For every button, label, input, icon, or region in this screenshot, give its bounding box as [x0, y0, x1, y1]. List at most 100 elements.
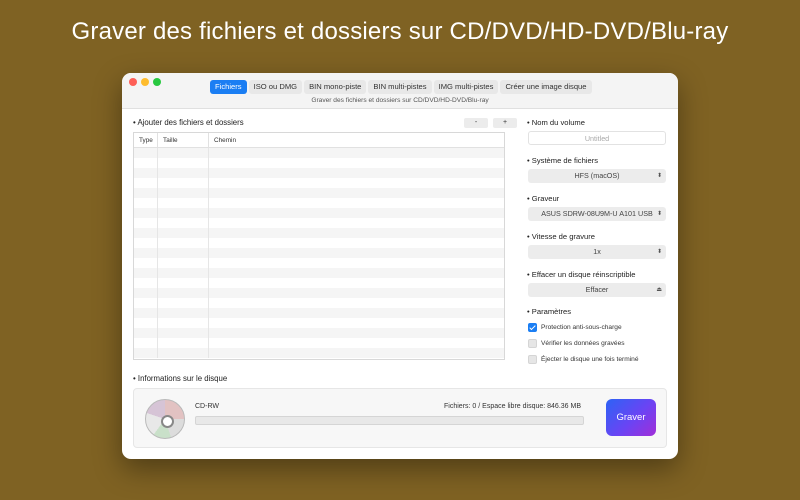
file-table[interactable]: Type Taille Chemin [133, 132, 505, 360]
table-cell [158, 158, 209, 168]
table-header: Type Taille Chemin [134, 133, 504, 148]
table-cell [158, 148, 209, 158]
tab-bin-mono[interactable]: BIN mono-piste [304, 80, 367, 94]
table-cell [134, 298, 158, 308]
table-cell [158, 238, 209, 248]
erase-button[interactable]: Effacer ⏏ [528, 283, 666, 297]
table-cell [134, 318, 158, 328]
app-window: Fichiers ISO ou DMG BIN mono-piste BIN m… [122, 73, 678, 459]
table-cell [134, 278, 158, 288]
table-cell [209, 288, 504, 298]
disc-type: CD-RW [195, 403, 219, 410]
tab-fichiers[interactable]: Fichiers [210, 80, 247, 94]
table-row[interactable] [134, 338, 504, 348]
table-row[interactable] [134, 178, 504, 188]
files-section-title: Ajouter des fichiers et dossiers [133, 118, 243, 127]
column-path-header[interactable]: Chemin [209, 133, 504, 147]
table-cell [134, 188, 158, 198]
table-cell [158, 248, 209, 258]
table-cell [134, 158, 158, 168]
add-file-button[interactable]: + [493, 118, 517, 128]
option-label: Vérifier les données gravées [541, 339, 625, 347]
table-row[interactable] [134, 148, 504, 158]
table-row[interactable] [134, 198, 504, 208]
table-cell [209, 298, 504, 308]
table-cell [209, 258, 504, 268]
erase-button-label: Effacer [585, 285, 609, 294]
zoom-window-button[interactable] [153, 78, 161, 86]
table-cell [209, 198, 504, 208]
table-cell [134, 268, 158, 278]
table-cell [134, 168, 158, 178]
remove-file-button[interactable]: - [464, 118, 488, 128]
filesystem-label: Système de fichiers [527, 156, 598, 165]
table-cell [158, 178, 209, 188]
table-row[interactable] [134, 218, 504, 228]
burn-button[interactable]: Graver [606, 399, 656, 436]
tab-img-multi[interactable]: IMG multi-pistes [433, 80, 499, 94]
title-bar: Fichiers ISO ou DMG BIN mono-piste BIN m… [122, 73, 678, 109]
table-row[interactable] [134, 288, 504, 298]
tab-bin-multi[interactable]: BIN multi-pistes [368, 80, 432, 94]
checkbox-eject[interactable] [528, 354, 537, 364]
filesystem-value: HFS (macOS) [574, 171, 620, 180]
burner-select[interactable]: ASUS SDRW-08U9M-U A101 USB ⬍ [528, 207, 666, 221]
table-cell [158, 338, 209, 348]
table-row[interactable] [134, 318, 504, 328]
table-cell [209, 228, 504, 238]
minimize-window-button[interactable] [141, 78, 149, 86]
table-row[interactable] [134, 328, 504, 338]
close-window-button[interactable] [129, 78, 137, 86]
table-row[interactable] [134, 208, 504, 218]
table-cell [209, 318, 504, 328]
option-eject[interactable]: Éjecter le disque une fois terminé [528, 354, 639, 364]
table-row[interactable] [134, 298, 504, 308]
table-row[interactable] [134, 158, 504, 168]
table-cell [158, 208, 209, 218]
column-type-header[interactable]: Type [134, 133, 158, 147]
table-cell [209, 308, 504, 318]
option-verify[interactable]: Vérifier les données gravées [528, 338, 625, 348]
table-row[interactable] [134, 248, 504, 258]
disc-info-panel: CD-RW Fichiers: 0 / Espace libre disque:… [133, 388, 667, 448]
table-row[interactable] [134, 238, 504, 248]
table-cell [134, 218, 158, 228]
table-row[interactable] [134, 268, 504, 278]
table-row[interactable] [134, 348, 504, 358]
table-cell [209, 238, 504, 248]
mode-tabs: Fichiers ISO ou DMG BIN mono-piste BIN m… [210, 80, 592, 94]
speed-select[interactable]: 1x ⬍ [528, 245, 666, 259]
option-label: Protection anti-sous-charge [541, 323, 622, 331]
table-cell [158, 168, 209, 178]
table-cell [134, 248, 158, 258]
checkbox-underrun[interactable] [528, 322, 537, 332]
table-row[interactable] [134, 308, 504, 318]
table-cell [209, 248, 504, 258]
column-size-header[interactable]: Taille [158, 133, 209, 147]
filesystem-select[interactable]: HFS (macOS) ⬍ [528, 169, 666, 183]
volume-name-field[interactable]: Untitled [528, 131, 666, 145]
table-row[interactable] [134, 188, 504, 198]
option-underrun-protection[interactable]: Protection anti-sous-charge [528, 322, 622, 332]
table-row[interactable] [134, 258, 504, 268]
table-row[interactable] [134, 228, 504, 238]
table-cell [158, 258, 209, 268]
disc-stats: Fichiers: 0 / Espace libre disque: 846.3… [444, 403, 581, 410]
tab-create-image[interactable]: Créer une image disque [500, 80, 592, 94]
table-cell [158, 278, 209, 288]
checkbox-verify[interactable] [528, 338, 537, 348]
table-row[interactable] [134, 278, 504, 288]
table-cell [134, 228, 158, 238]
table-cell [209, 158, 504, 168]
table-cell [158, 228, 209, 238]
table-cell [134, 178, 158, 188]
table-cell [158, 188, 209, 198]
table-row[interactable] [134, 168, 504, 178]
table-cell [158, 198, 209, 208]
table-cell [209, 218, 504, 228]
burner-label: Graveur [527, 194, 559, 203]
params-label: Paramètres [527, 307, 571, 316]
tab-iso-dmg[interactable]: ISO ou DMG [248, 80, 303, 94]
table-cell [158, 288, 209, 298]
updown-chevron-icon: ⬍ [656, 211, 662, 217]
